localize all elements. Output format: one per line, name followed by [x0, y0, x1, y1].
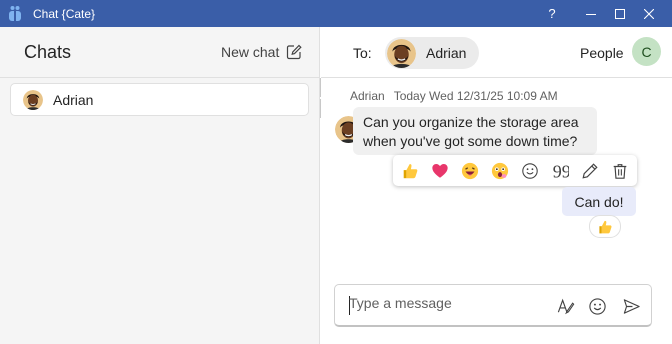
heart-icon — [432, 163, 448, 178]
maximize-icon — [615, 8, 625, 19]
thumbs-up-icon — [597, 219, 613, 235]
message-timestamp: Today Wed 12/31/25 10:09 AM — [393, 89, 558, 103]
send-button[interactable] — [621, 296, 641, 316]
thumbs-up-icon — [401, 162, 419, 180]
message-composer — [334, 284, 652, 327]
edit-button[interactable] — [577, 158, 603, 184]
laugh-reaction-button[interactable] — [457, 158, 483, 184]
surprised-reaction-button[interactable] — [487, 158, 513, 184]
compose-icon — [287, 44, 303, 60]
heart-reaction-button[interactable] — [427, 158, 453, 184]
adrian-avatar — [23, 90, 43, 110]
title-bar: Chat {Cate} ? — [0, 0, 672, 27]
svg-text:99: 99 — [553, 162, 569, 180]
conversation-pane: To: Adrian People C Adrian Today Wed 12/… — [321, 27, 672, 344]
close-icon — [644, 8, 654, 19]
chat-list-item-name: Adrian — [53, 91, 94, 108]
new-chat-button[interactable]: New chat — [221, 44, 303, 60]
recipient-chip[interactable]: Adrian — [385, 37, 479, 69]
message-input[interactable] — [349, 295, 549, 311]
message-text-line: when you've got some down time? — [363, 133, 578, 149]
message-sender: Adrian — [350, 89, 385, 103]
minimize-button[interactable] — [576, 0, 606, 27]
incoming-message[interactable]: Can you organize the storage area when y… — [353, 107, 597, 155]
to-label: To: — [353, 45, 372, 61]
user-avatar[interactable]: C — [632, 37, 661, 66]
header-divider — [0, 77, 320, 78]
surprised-face-icon — [491, 162, 509, 179]
emoji-button[interactable] — [587, 296, 607, 316]
recipient-name: Adrian — [426, 45, 467, 61]
message-meta: Adrian Today Wed 12/31/25 10:09 AM — [350, 89, 558, 103]
quote-button[interactable]: 99 — [547, 158, 573, 184]
minimize-icon — [586, 13, 596, 15]
more-emoji-button[interactable] — [517, 158, 543, 184]
people-button[interactable]: People — [580, 45, 624, 61]
message-text-line: Can you organize the storage area — [363, 114, 579, 130]
close-button[interactable] — [634, 0, 664, 27]
new-chat-label: New chat — [221, 44, 280, 60]
header-divider — [321, 77, 672, 78]
chats-heading: Chats — [24, 42, 72, 62]
window-title: Chat {Cate} — [33, 7, 96, 21]
reaction-bar: 99 — [393, 155, 637, 186]
format-button[interactable] — [555, 296, 575, 316]
recipient-avatar — [387, 39, 416, 68]
like-reaction-button[interactable] — [397, 158, 423, 184]
laughing-face-icon — [461, 162, 479, 179]
quote-icon: 99 — [553, 162, 569, 180]
chat-list-item[interactable]: Adrian — [10, 83, 309, 116]
delete-button[interactable] — [607, 158, 633, 184]
send-icon — [623, 298, 640, 314]
chat-list-pane: Chats New chat Adrian — [0, 27, 320, 344]
emoji-icon — [588, 297, 606, 315]
format-icon — [557, 298, 574, 314]
pencil-icon — [582, 162, 598, 179]
message-reaction[interactable] — [589, 215, 621, 238]
maximize-button[interactable] — [605, 0, 635, 27]
help-button[interactable]: ? — [537, 0, 567, 27]
app-icon — [9, 6, 21, 21]
trash-icon — [613, 163, 627, 179]
outgoing-message[interactable]: Can do! — [562, 187, 636, 216]
emoji-icon — [522, 162, 538, 179]
